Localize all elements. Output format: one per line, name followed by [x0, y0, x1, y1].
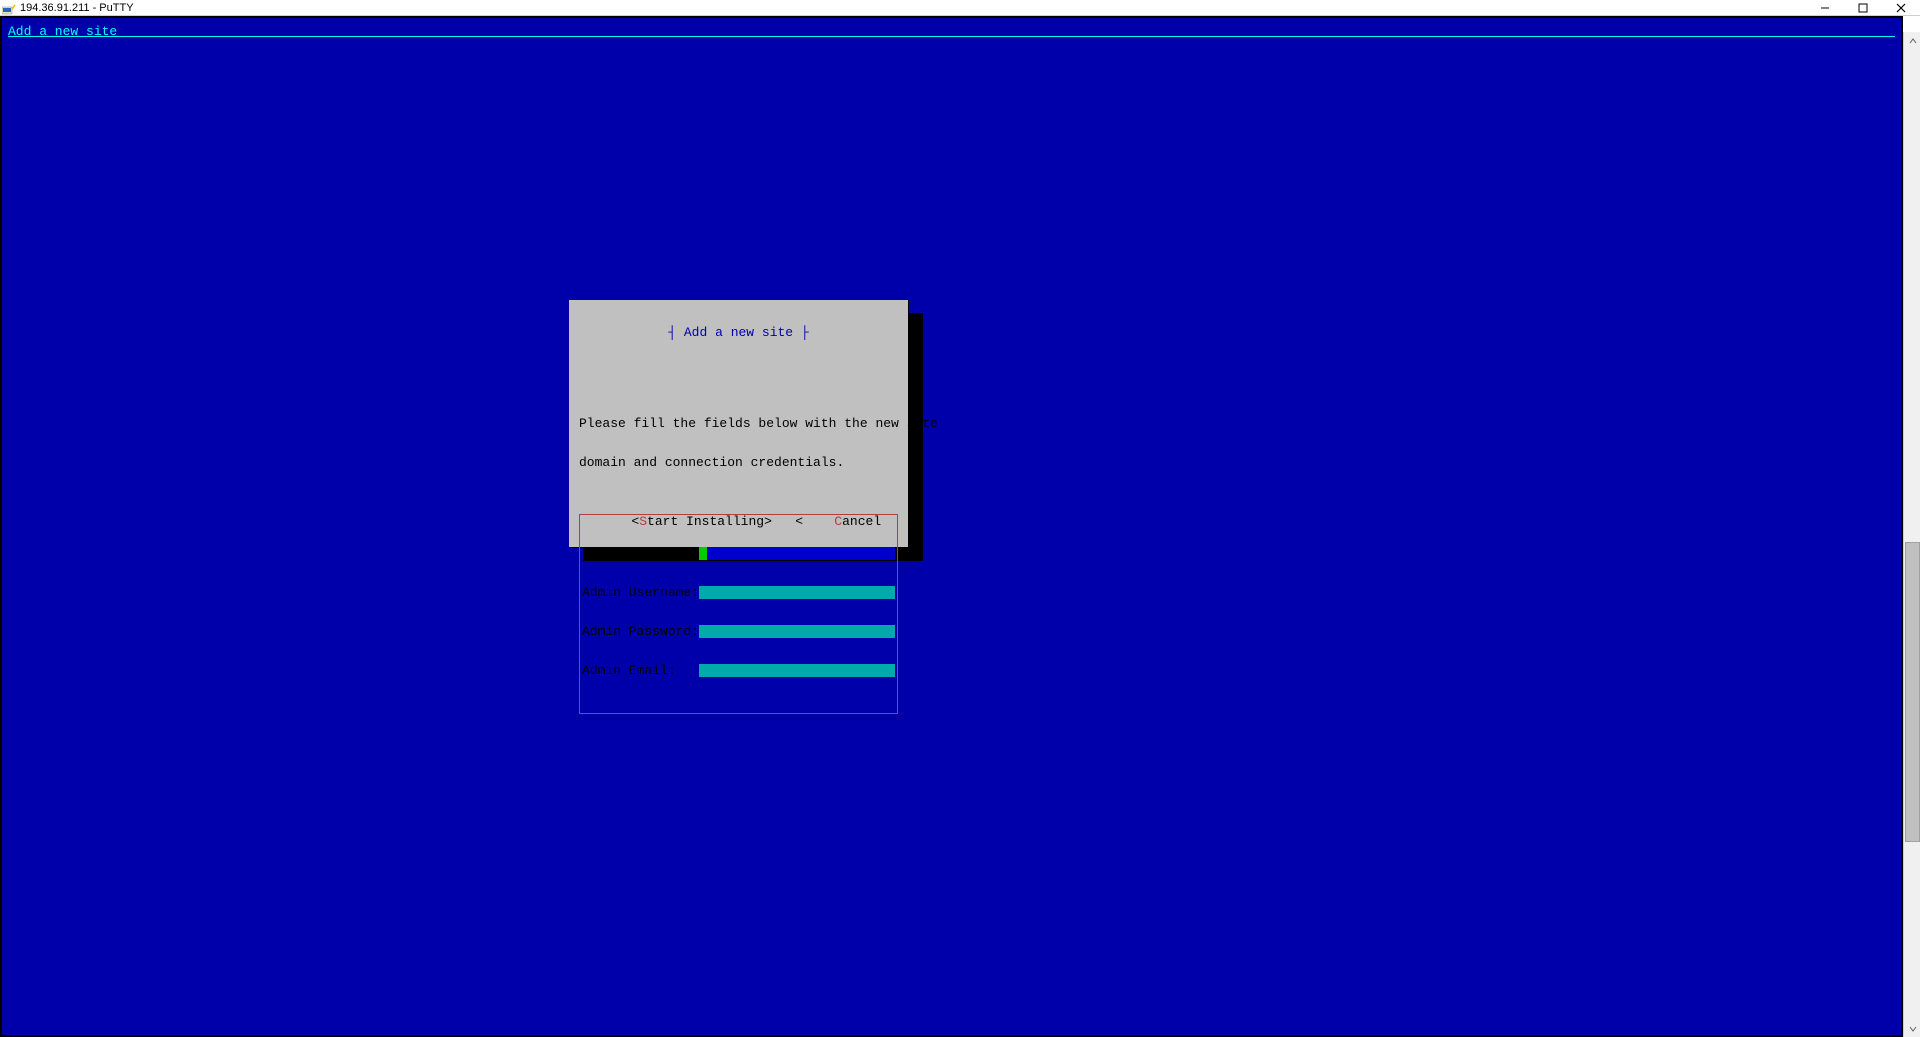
window-titlebar: 194.36.91.211 - PuTTY: [0, 0, 1920, 16]
field-admin-email: Admin Email:: [582, 664, 895, 677]
domain-label: Domain:: [582, 547, 699, 560]
dialog-add-site: ┤ Add a new site ├ Please fill the field…: [569, 300, 909, 548]
terminal-viewport[interactable]: Add a new site ┤ Add a new site ├ Please…: [0, 16, 1903, 1037]
instruction-line-2: domain and connection credentials.: [579, 456, 898, 469]
admin-password-label: Admin Password:: [582, 625, 699, 638]
start-installing-button[interactable]: <Start Installing>: [631, 514, 771, 529]
scrollbar-thumb[interactable]: [1905, 542, 1920, 842]
window-controls: [1806, 0, 1920, 16]
maximize-button[interactable]: [1844, 0, 1882, 16]
field-admin-password: Admin Password:: [582, 625, 895, 638]
close-button[interactable]: [1882, 0, 1920, 16]
admin-username-label: Admin Username:: [582, 586, 699, 599]
putty-icon: [2, 1, 16, 15]
admin-email-input[interactable]: [699, 664, 895, 677]
scroll-down-arrow-icon[interactable]: [1904, 1020, 1920, 1037]
text-cursor: [699, 547, 707, 560]
admin-email-label: Admin Email:: [582, 664, 699, 677]
header-rule: [8, 36, 1895, 37]
admin-password-input[interactable]: [699, 625, 895, 638]
terminal-area: Add a new site ┤ Add a new site ├ Please…: [0, 16, 1920, 1037]
vertical-scrollbar[interactable]: [1903, 32, 1920, 1037]
dialog-button-row: <Start Installing> < Cancel >: [569, 502, 908, 541]
admin-username-input[interactable]: [699, 586, 895, 599]
field-admin-username: Admin Username:: [582, 586, 895, 599]
dialog-body: Please fill the fields below with the ne…: [569, 378, 908, 740]
scroll-up-arrow-icon[interactable]: [1904, 32, 1920, 49]
field-domain: Domain:: [582, 547, 895, 560]
minimize-button[interactable]: [1806, 0, 1844, 16]
window-title: 194.36.91.211 - PuTTY: [20, 2, 134, 14]
cancel-button[interactable]: < Cancel >: [795, 514, 920, 529]
domain-input[interactable]: [699, 547, 895, 560]
fields-frame: Domain: Admin Username: Admin Password: …: [579, 514, 898, 714]
instruction-line-1: Please fill the fields below with the ne…: [579, 417, 898, 430]
dialog-title: ┤ Add a new site ├: [569, 326, 908, 339]
